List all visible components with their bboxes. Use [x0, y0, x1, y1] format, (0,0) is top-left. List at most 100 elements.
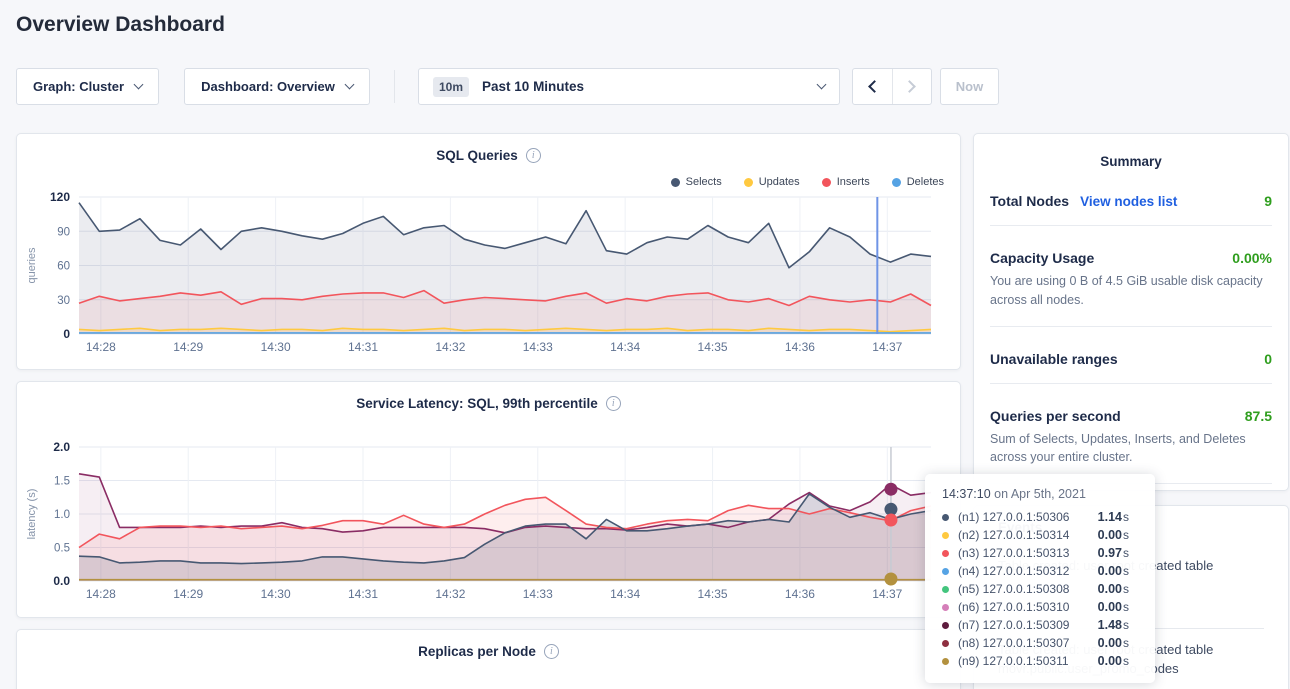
svg-text:14:28: 14:28 — [86, 340, 116, 354]
series-dot — [942, 604, 949, 611]
svg-text:30: 30 — [57, 295, 70, 307]
series-dot — [671, 178, 680, 187]
dashboard-dropdown[interactable]: Dashboard: Overview — [184, 68, 370, 105]
summary-row-queries-per-second: Queries per second 87.5 — [990, 408, 1272, 424]
chevron-right-icon — [903, 80, 916, 93]
tooltip-row-n4: (n4) 127.0.0.1:50312 0.00s — [942, 562, 1139, 580]
svg-text:0: 0 — [63, 327, 70, 341]
tooltip-time: 14:37:10 — [942, 487, 991, 501]
view-nodes-list-link[interactable]: View nodes list — [1080, 194, 1177, 209]
legend-item-updates[interactable]: Updates — [744, 176, 800, 188]
summary-row-capacity-usage: Capacity Usage 0.00% — [990, 250, 1272, 266]
chart-title: SQL Queries — [436, 148, 518, 163]
legend-label: Deletes — [907, 176, 944, 188]
svg-text:14:37: 14:37 — [872, 587, 902, 601]
node-address: (n4) 127.0.0.1:50312 — [958, 564, 1069, 578]
tooltip-timestamp: 14:37:10 on Apr 5th, 2021 — [942, 487, 1139, 501]
svg-text:14:31: 14:31 — [348, 340, 378, 354]
legend-item-deletes[interactable]: Deletes — [892, 176, 944, 188]
summary-row-value: 0.00% — [1232, 250, 1272, 266]
svg-text:14:32: 14:32 — [435, 587, 465, 601]
node-latency: 0.00s — [1098, 582, 1139, 596]
chevron-left-icon — [868, 80, 881, 93]
series-dot — [942, 568, 949, 575]
svg-text:14:36: 14:36 — [785, 340, 815, 354]
summary-row-value: 0 — [1264, 351, 1272, 367]
node-address: (n2) 127.0.0.1:50314 — [958, 528, 1069, 542]
node-latency: 1.14s — [1098, 510, 1139, 524]
svg-text:14:30: 14:30 — [261, 340, 291, 354]
svg-text:queries: queries — [26, 247, 38, 284]
page-title: Overview Dashboard — [16, 13, 225, 37]
svg-text:14:33: 14:33 — [523, 340, 553, 354]
svg-text:14:36: 14:36 — [785, 587, 815, 601]
tooltip-row-n7: (n7) 127.0.0.1:50309 1.48s — [942, 616, 1139, 634]
info-icon[interactable]: i — [526, 148, 541, 163]
series-dot — [942, 622, 949, 629]
graph-dropdown[interactable]: Graph: Cluster — [16, 68, 159, 105]
info-icon[interactable]: i — [606, 396, 621, 411]
chart-title: Replicas per Node — [418, 644, 536, 659]
sql-queries-chart[interactable]: 030609012014:2814:2914:3014:3114:3214:33… — [17, 134, 960, 369]
node-address: (n1) 127.0.0.1:50306 — [958, 510, 1069, 524]
tooltip-row-n5: (n5) 127.0.0.1:50308 0.00s — [942, 580, 1139, 598]
node-address: (n6) 127.0.0.1:50310 — [958, 600, 1069, 614]
chevron-down-icon — [134, 80, 144, 90]
now-button[interactable]: Now — [940, 68, 999, 105]
summary-title: Summary — [990, 154, 1272, 169]
time-range-badge: 10m — [433, 77, 469, 97]
svg-text:14:29: 14:29 — [173, 587, 203, 601]
node-latency: 0.00s — [1098, 528, 1139, 542]
node-latency: 0.00s — [1098, 564, 1139, 578]
toolbar-divider — [394, 70, 395, 103]
summary-row-description: You are using 0 B of 4.5 GiB usable disk… — [990, 272, 1272, 310]
divider — [990, 326, 1272, 327]
chevron-down-icon — [344, 80, 354, 90]
service-latency-chart[interactable]: 0.00.51.01.52.014:2814:2914:3014:3114:32… — [17, 382, 960, 617]
series-dot — [942, 514, 949, 521]
tooltip-row-n6: (n6) 127.0.0.1:50310 0.00s — [942, 598, 1139, 616]
svg-text:14:32: 14:32 — [435, 340, 465, 354]
info-icon[interactable]: i — [544, 644, 559, 659]
svg-text:latency (s): latency (s) — [26, 489, 38, 540]
summary-row-label: Unavailable ranges — [990, 351, 1118, 367]
chart-legend: Selects Updates Inserts Deletes — [671, 176, 944, 188]
legend-item-inserts[interactable]: Inserts — [822, 176, 870, 188]
time-range-dropdown[interactable]: 10m Past 10 Minutes — [418, 68, 840, 105]
svg-text:14:34: 14:34 — [610, 340, 640, 354]
series-dot — [892, 178, 901, 187]
svg-text:60: 60 — [57, 261, 70, 273]
summary-row-label: Capacity Usage — [990, 250, 1094, 266]
node-latency: 1.48s — [1098, 618, 1139, 632]
series-dot — [942, 640, 949, 647]
tooltip-row-n1: (n1) 127.0.0.1:50306 1.14s — [942, 508, 1139, 526]
legend-label: Updates — [759, 176, 800, 188]
tooltip-row-n2: (n2) 127.0.0.1:50314 0.00s — [942, 526, 1139, 544]
svg-text:1.5: 1.5 — [54, 476, 70, 488]
node-address: (n8) 127.0.0.1:50307 — [958, 636, 1069, 650]
tooltip-row-n9: (n9) 127.0.0.1:50311 0.00s — [942, 652, 1139, 670]
tooltip-row-n3: (n3) 127.0.0.1:50313 0.97s — [942, 544, 1139, 562]
legend-label: Inserts — [837, 176, 870, 188]
svg-text:14:33: 14:33 — [523, 587, 553, 601]
node-latency: 0.00s — [1098, 654, 1139, 668]
node-latency: 0.00s — [1098, 600, 1139, 614]
graph-dropdown-label: Graph: Cluster — [33, 79, 124, 94]
tooltip-date: on Apr 5th, 2021 — [994, 487, 1086, 501]
summary-panel: Summary Total Nodes View nodes list 9 Ca… — [973, 133, 1289, 491]
legend-item-selects[interactable]: Selects — [671, 176, 722, 188]
time-step-back-button[interactable] — [853, 69, 892, 104]
summary-row-description: Sum of Selects, Updates, Inserts, and De… — [990, 430, 1272, 468]
svg-text:90: 90 — [57, 226, 70, 238]
summary-row-label: Total Nodes — [990, 193, 1069, 209]
now-button-label: Now — [956, 79, 983, 94]
time-step-forward-button[interactable] — [892, 69, 932, 104]
svg-text:14:35: 14:35 — [698, 340, 728, 354]
chart-hover-tooltip: 14:37:10 on Apr 5th, 2021 (n1) 127.0.0.1… — [925, 474, 1155, 683]
series-dot — [942, 658, 949, 665]
svg-text:14:28: 14:28 — [86, 587, 116, 601]
svg-text:14:35: 14:35 — [698, 587, 728, 601]
service-latency-panel: Service Latency: SQL, 99th percentile i … — [16, 381, 961, 618]
svg-text:14:31: 14:31 — [348, 587, 378, 601]
chart-title: Service Latency: SQL, 99th percentile — [356, 396, 598, 411]
